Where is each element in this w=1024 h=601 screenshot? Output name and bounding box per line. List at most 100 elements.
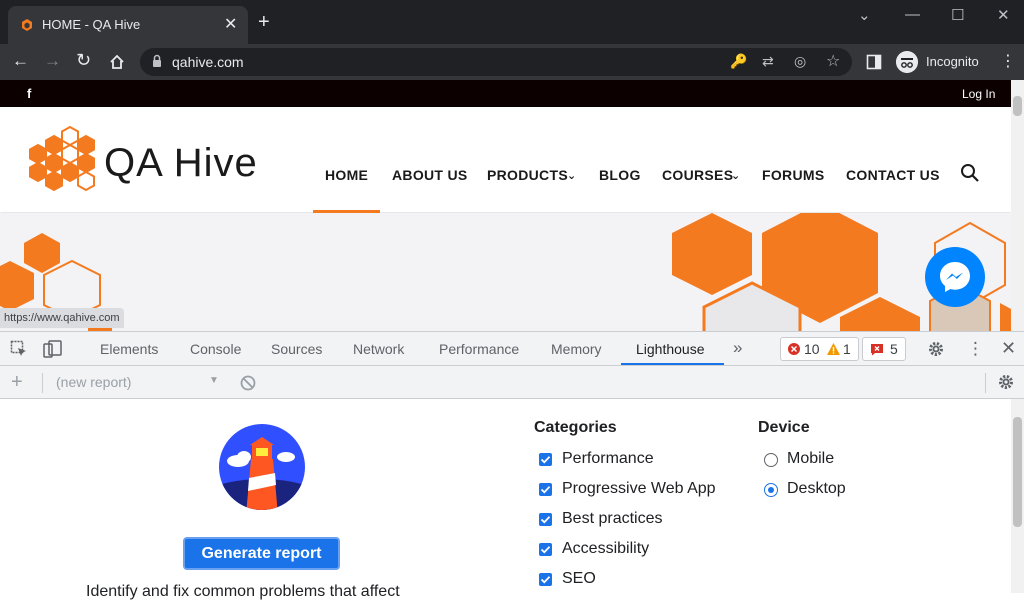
devtools-tab-lighthouse[interactable]: Lighthouse (636, 341, 705, 357)
incognito-profile-button[interactable]: Incognito (894, 49, 986, 75)
error-count: 10 (804, 341, 820, 357)
devtools-tab-console[interactable]: Console (190, 341, 241, 357)
performance-checkbox[interactable] (539, 453, 552, 466)
checkmark-icon (540, 516, 551, 524)
pwa-checkbox[interactable] (539, 483, 552, 496)
key-icon[interactable]: 🔑 (730, 53, 747, 70)
site-header: QA Hive HOME ABOUT US PRODUCTS ⌄ BLOG CO… (0, 107, 1011, 213)
website-viewport: f Log In QA Hive HOME ABOUT US PRODUCTS … (0, 80, 1011, 331)
messenger-icon (940, 262, 970, 292)
seo-label: SEO (562, 570, 596, 587)
back-arrow-icon[interactable]: ← (12, 51, 29, 71)
status-bar-url: https://www.qahive.com (0, 308, 124, 328)
close-devtools-icon[interactable]: ✕ (1001, 338, 1016, 359)
tab-search-icon[interactable]: ⌄ (858, 6, 871, 24)
lighthouse-logo-icon (219, 424, 305, 510)
dropdown-arrow-icon[interactable]: ▼ (209, 375, 219, 386)
reload-icon[interactable]: ↻ (76, 50, 91, 71)
eye-slash-icon[interactable]: ◎ (794, 53, 806, 70)
warning-count: 1 (843, 341, 851, 357)
devtools-tab-memory[interactable]: Memory (551, 341, 602, 357)
inspect-element-icon[interactable] (10, 340, 28, 358)
checkmark-icon (540, 576, 551, 584)
nav-home[interactable]: HOME (325, 167, 368, 183)
browser-tab[interactable]: HOME - QA Hive ✕ (8, 6, 248, 44)
devtools-tab-performance[interactable]: Performance (439, 341, 519, 357)
accessibility-label: Accessibility (562, 540, 650, 557)
url-text[interactable]: qahive.com (172, 54, 244, 70)
page-scrollbar[interactable] (1011, 80, 1024, 331)
hero-banner (0, 213, 1011, 331)
qa-hive-logo-icon[interactable] (22, 125, 102, 195)
hero-hexagon-decoration (0, 213, 1011, 331)
tab-title: HOME - QA Hive (42, 17, 141, 32)
page-scrollbar-thumb[interactable] (1013, 96, 1022, 116)
warning-icon (827, 343, 840, 355)
nav-contact-us[interactable]: CONTACT US (846, 167, 940, 183)
lighthouse-panel: Generate report Identify and fix common … (0, 399, 1011, 600)
add-report-icon[interactable]: + (11, 371, 23, 394)
translate-icon[interactable]: ⇄ (762, 53, 774, 70)
side-panel-icon[interactable] (866, 54, 882, 70)
settings-gear-icon[interactable] (927, 340, 945, 358)
error-icon (788, 343, 800, 355)
toolbar-divider (985, 373, 986, 393)
chevron-down-icon[interactable]: ⌄ (731, 169, 741, 182)
mobile-label: Mobile (787, 450, 835, 467)
browser-toolbar: ← → ↻ qahive.com 🔑 ⇄ ◎ ☆ Incognito ⋮ (0, 44, 1024, 80)
nav-products[interactable]: PRODUCTS (487, 167, 568, 183)
categories-title: Categories (534, 419, 617, 436)
best-practices-checkbox[interactable] (539, 513, 552, 526)
device-toolbar-icon[interactable] (43, 340, 63, 358)
messenger-chat-button[interactable] (925, 247, 985, 307)
pwa-label: Progressive Web App (562, 480, 716, 497)
lock-icon[interactable] (152, 54, 162, 68)
maximize-button[interactable]: ☐ (951, 6, 964, 24)
devtools-scrollbar[interactable] (1011, 399, 1024, 593)
report-select[interactable]: (new report) (56, 374, 131, 390)
nav-blog[interactable]: BLOG (599, 167, 641, 183)
incognito-icon (896, 51, 918, 73)
mobile-radio[interactable] (764, 453, 778, 467)
site-logo-text[interactable]: QA Hive (104, 141, 258, 186)
site-top-bar: f Log In (0, 80, 1011, 107)
browser-menu-icon[interactable]: ⋮ (1000, 51, 1016, 71)
chevron-down-icon[interactable]: ⌄ (567, 169, 577, 182)
incognito-label: Incognito (926, 54, 979, 69)
qa-hive-favicon-icon (22, 19, 32, 31)
browser-tab-strip: HOME - QA Hive ✕ + ⌄ — ☐ ✕ (0, 0, 1024, 44)
nav-forums[interactable]: FORUMS (762, 167, 824, 183)
more-tabs-icon[interactable]: » (733, 338, 742, 358)
devtools-tab-network[interactable]: Network (353, 341, 404, 357)
toolbar-divider (42, 373, 43, 393)
login-link[interactable]: Log In (962, 87, 995, 101)
tab-close-icon[interactable]: ✕ (224, 14, 237, 34)
nav-courses[interactable]: COURSES (662, 167, 733, 183)
home-icon[interactable] (108, 53, 126, 71)
clear-reports-icon[interactable] (240, 375, 256, 391)
new-tab-button[interactable]: + (258, 12, 270, 32)
bookmark-star-icon[interactable]: ☆ (826, 51, 840, 71)
issues-badge[interactable]: 5 (862, 337, 906, 361)
devtools-menu-icon[interactable]: ⋮ (967, 339, 984, 359)
desktop-label: Desktop (787, 480, 846, 497)
best-practices-label: Best practices (562, 510, 663, 527)
lighthouse-description: Identify and fix common problems that af… (86, 583, 400, 600)
minimize-button[interactable]: — (905, 6, 920, 23)
nav-about-us[interactable]: ABOUT US (392, 167, 468, 183)
console-error-warning-badge[interactable]: 10 1 (780, 337, 859, 361)
checkmark-icon (540, 456, 551, 464)
forward-arrow-icon[interactable]: → (44, 51, 61, 71)
devtools-tab-elements[interactable]: Elements (100, 341, 158, 357)
seo-checkbox[interactable] (539, 573, 552, 586)
accessibility-checkbox[interactable] (539, 543, 552, 556)
close-window-button[interactable]: ✕ (997, 6, 1010, 24)
desktop-radio[interactable] (764, 483, 778, 497)
devtools-tab-sources[interactable]: Sources (271, 341, 322, 357)
search-icon[interactable] (960, 163, 980, 183)
address-bar[interactable]: qahive.com 🔑 ⇄ ◎ ☆ (140, 48, 852, 76)
facebook-icon[interactable]: f (27, 86, 31, 101)
generate-report-button[interactable]: Generate report (183, 537, 340, 570)
lighthouse-settings-gear-icon[interactable] (997, 373, 1015, 391)
devtools-scrollbar-thumb[interactable] (1013, 417, 1022, 527)
